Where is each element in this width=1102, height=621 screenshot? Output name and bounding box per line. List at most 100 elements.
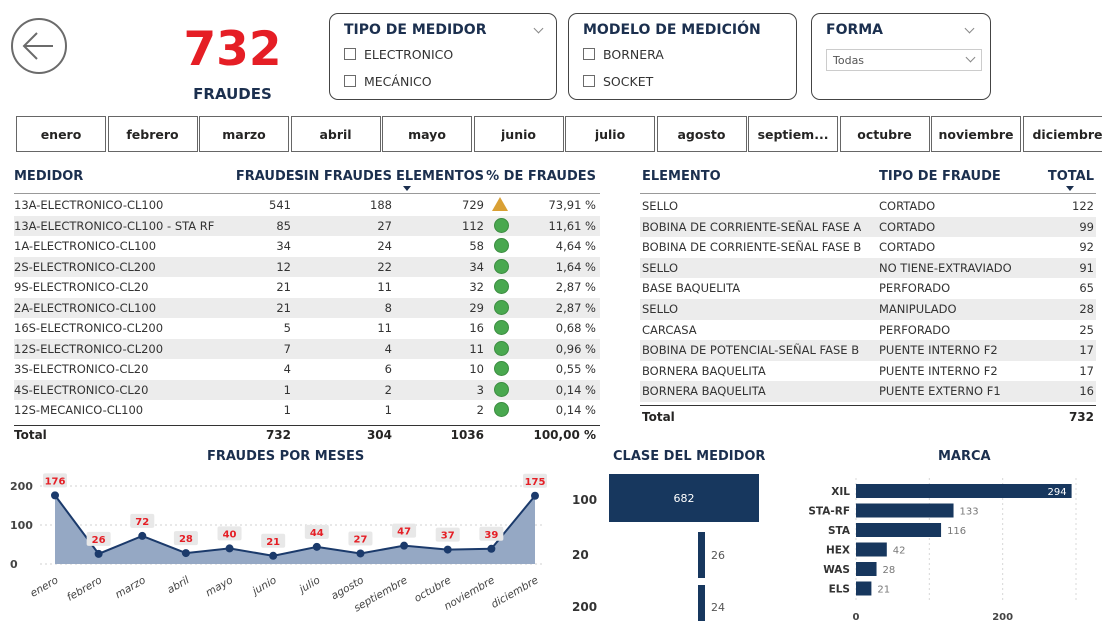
- data-point[interactable]: [94, 549, 103, 558]
- sin-fraudes-cell: 24: [377, 239, 392, 253]
- month-button[interactable]: noviembre: [931, 116, 1021, 152]
- bar[interactable]: [698, 532, 705, 578]
- fraud-count-value: 732: [183, 22, 282, 77]
- bar[interactable]: [856, 503, 954, 518]
- table-row[interactable]: CARCASA PERFORADO 25: [640, 320, 1096, 341]
- data-label: 294: [1048, 487, 1067, 498]
- table-row[interactable]: 13A-ELECTRONICO-CL100 - STA RF 85 27 112 11,…: [14, 215, 600, 236]
- table-row[interactable]: 2A-ELECTRONICO-CL100 21 8 29 2,87 %: [14, 297, 600, 318]
- total-cell: 25: [1079, 322, 1094, 337]
- medidor-cell: 4S-ELECTRONICO-CL20: [14, 382, 149, 397]
- table-row[interactable]: SELLO MANIPULADO 28: [640, 299, 1096, 320]
- month-button[interactable]: junio: [473, 116, 564, 152]
- col-header-pct-fraudes[interactable]: % DE FRAUDES: [484, 169, 596, 184]
- data-point[interactable]: [487, 544, 496, 553]
- data-point[interactable]: [138, 531, 147, 540]
- month-button[interactable]: septiem...: [748, 116, 838, 152]
- total-pct: 100,00 %: [533, 428, 596, 442]
- data-point[interactable]: [531, 491, 539, 500]
- fraudes-cell: 12: [276, 259, 291, 274]
- checkbox[interactable]: [344, 75, 356, 87]
- data-point[interactable]: [443, 545, 452, 554]
- table-row[interactable]: 13A-ELECTRONICO-CL100 541 188 729 73,91 %: [14, 195, 600, 216]
- option-mecanico[interactable]: MECÁNICO: [344, 72, 432, 90]
- chevron-down-icon[interactable]: [964, 23, 975, 34]
- sin-fraudes-cell: 8: [384, 300, 392, 315]
- col-header-total[interactable]: TOTAL: [1036, 169, 1094, 184]
- bar[interactable]: [856, 484, 1072, 498]
- data-point[interactable]: [181, 549, 190, 558]
- bar[interactable]: [698, 585, 705, 621]
- month-button[interactable]: diciembre: [1022, 116, 1102, 152]
- col-header-sin-fraudes[interactable]: SIN FRAUDES: [294, 169, 392, 184]
- option-bornera[interactable]: BORNERA: [583, 45, 664, 63]
- table-row[interactable]: 3S-ELECTRONICO-CL20 4 6 10 0,55 %: [14, 359, 600, 380]
- data-label: 176: [45, 476, 66, 487]
- arrow-left-icon: [22, 32, 53, 60]
- sin-fraudes-cell: 1: [384, 403, 392, 417]
- month-button[interactable]: agosto: [656, 116, 747, 152]
- month-button[interactable]: febrero: [107, 116, 198, 152]
- option-electronico[interactable]: ELECTRONICO: [344, 45, 453, 63]
- data-point[interactable]: [356, 549, 365, 558]
- col-header-elementos[interactable]: ELEMENTOS: [394, 169, 484, 184]
- tipo-fraude-cell: PUENTE EXTERNO F1: [879, 384, 1001, 399]
- col-header-tipo-fraude[interactable]: TIPO DE FRAUDE: [879, 169, 1001, 184]
- elemento-cell: CARCASA: [642, 322, 697, 337]
- data-point[interactable]: [312, 542, 321, 551]
- data-label: 175: [525, 477, 546, 488]
- table-row[interactable]: SELLO CORTADO 122: [640, 196, 1096, 217]
- tipo-fraude-cell: CORTADO: [879, 219, 936, 234]
- col-header-fraudes[interactable]: FRAUDES: [222, 169, 304, 184]
- data-point[interactable]: [225, 544, 234, 553]
- fraudes-cell: 541: [269, 198, 291, 212]
- month-button[interactable]: mayo: [382, 116, 472, 152]
- table-row[interactable]: 4S-ELECTRONICO-CL20 1 2 3 0,14 %: [14, 379, 600, 400]
- month-button[interactable]: julio: [565, 116, 655, 152]
- data-label: 72: [135, 517, 149, 528]
- table-row[interactable]: 2S-ELECTRONICO-CL200 12 22 34 1,64 %: [14, 256, 600, 277]
- x-tick-label: febrero: [65, 574, 104, 604]
- month-slicer: enero febrero marzo abril mayo junio julio agos…: [16, 116, 1102, 154]
- table-row[interactable]: 12S-MECANICO-CL100 1 1 2 0,14 %: [14, 400, 600, 421]
- back-button[interactable]: [11, 18, 67, 74]
- elementos-cell: 2: [476, 403, 484, 417]
- table-row[interactable]: BOBINA DE CORRIENTE-SEÑAL FASE B CORTADO 9…: [640, 237, 1096, 258]
- month-button[interactable]: marzo: [199, 116, 289, 152]
- medidor-cell: 2S-ELECTRONICO-CL200: [14, 259, 156, 274]
- table-row[interactable]: BOBINA DE CORRIENTE-SEÑAL FASE A CORTADO 9…: [640, 216, 1096, 238]
- data-point[interactable]: [51, 491, 59, 500]
- month-button[interactable]: enero: [16, 116, 106, 152]
- table-row[interactable]: 1A-ELECTRONICO-CL100 34 24 58 4,64 %: [14, 236, 600, 257]
- bar[interactable]: [856, 523, 942, 537]
- col-header-medidor[interactable]: MEDIDOR: [14, 169, 83, 184]
- y-tick-label: 100: [10, 519, 33, 532]
- option-socket[interactable]: SOCKET: [583, 72, 653, 90]
- table-row[interactable]: BOBINA DE POTENCIAL-SEÑAL FASE B PUENTE I…: [640, 340, 1096, 361]
- table-row[interactable]: BORNERA BAQUELITA PUENTE EXTERNO F1 16: [640, 381, 1096, 402]
- month-button[interactable]: octubre: [839, 116, 930, 152]
- table-row[interactable]: 12S-ELECTRONICO-CL200 7 4 11 0,96 %: [14, 338, 600, 359]
- month-button[interactable]: abril: [290, 116, 381, 152]
- data-point[interactable]: [269, 551, 278, 560]
- checkbox[interactable]: [583, 75, 595, 87]
- forma-dropdown[interactable]: Todas: [826, 49, 982, 71]
- table-row[interactable]: 16S-ELECTRONICO-CL200 5 11 16 0,68 %: [14, 318, 600, 339]
- pct-cell: 1,64 %: [555, 259, 596, 274]
- header-divider: [640, 193, 1096, 194]
- table-row[interactable]: 9S-ELECTRONICO-CL20 21 11 32 2,87 %: [14, 277, 600, 298]
- bar[interactable]: [856, 562, 877, 576]
- table-row[interactable]: BORNERA BAQUELITA PUENTE INTERNO F2 17: [640, 361, 1096, 382]
- fraudes-cell: 5: [283, 321, 291, 335]
- table-row[interactable]: SELLO NO TIENE-EXTRAVIADO 91: [640, 257, 1096, 279]
- data-point[interactable]: [400, 541, 409, 550]
- bar[interactable]: [856, 581, 872, 596]
- category-label: HEX: [826, 545, 850, 557]
- tipo-fraude-cell: NO TIENE-EXTRAVIADO: [879, 260, 1012, 275]
- chevron-down-icon[interactable]: [533, 23, 544, 34]
- bar[interactable]: [856, 542, 887, 557]
- table-row[interactable]: BASE BAQUELITA PERFORADO 65: [640, 278, 1096, 299]
- checkbox[interactable]: [583, 48, 595, 60]
- col-header-elemento[interactable]: ELEMENTO: [642, 169, 721, 184]
- checkbox[interactable]: [344, 48, 356, 60]
